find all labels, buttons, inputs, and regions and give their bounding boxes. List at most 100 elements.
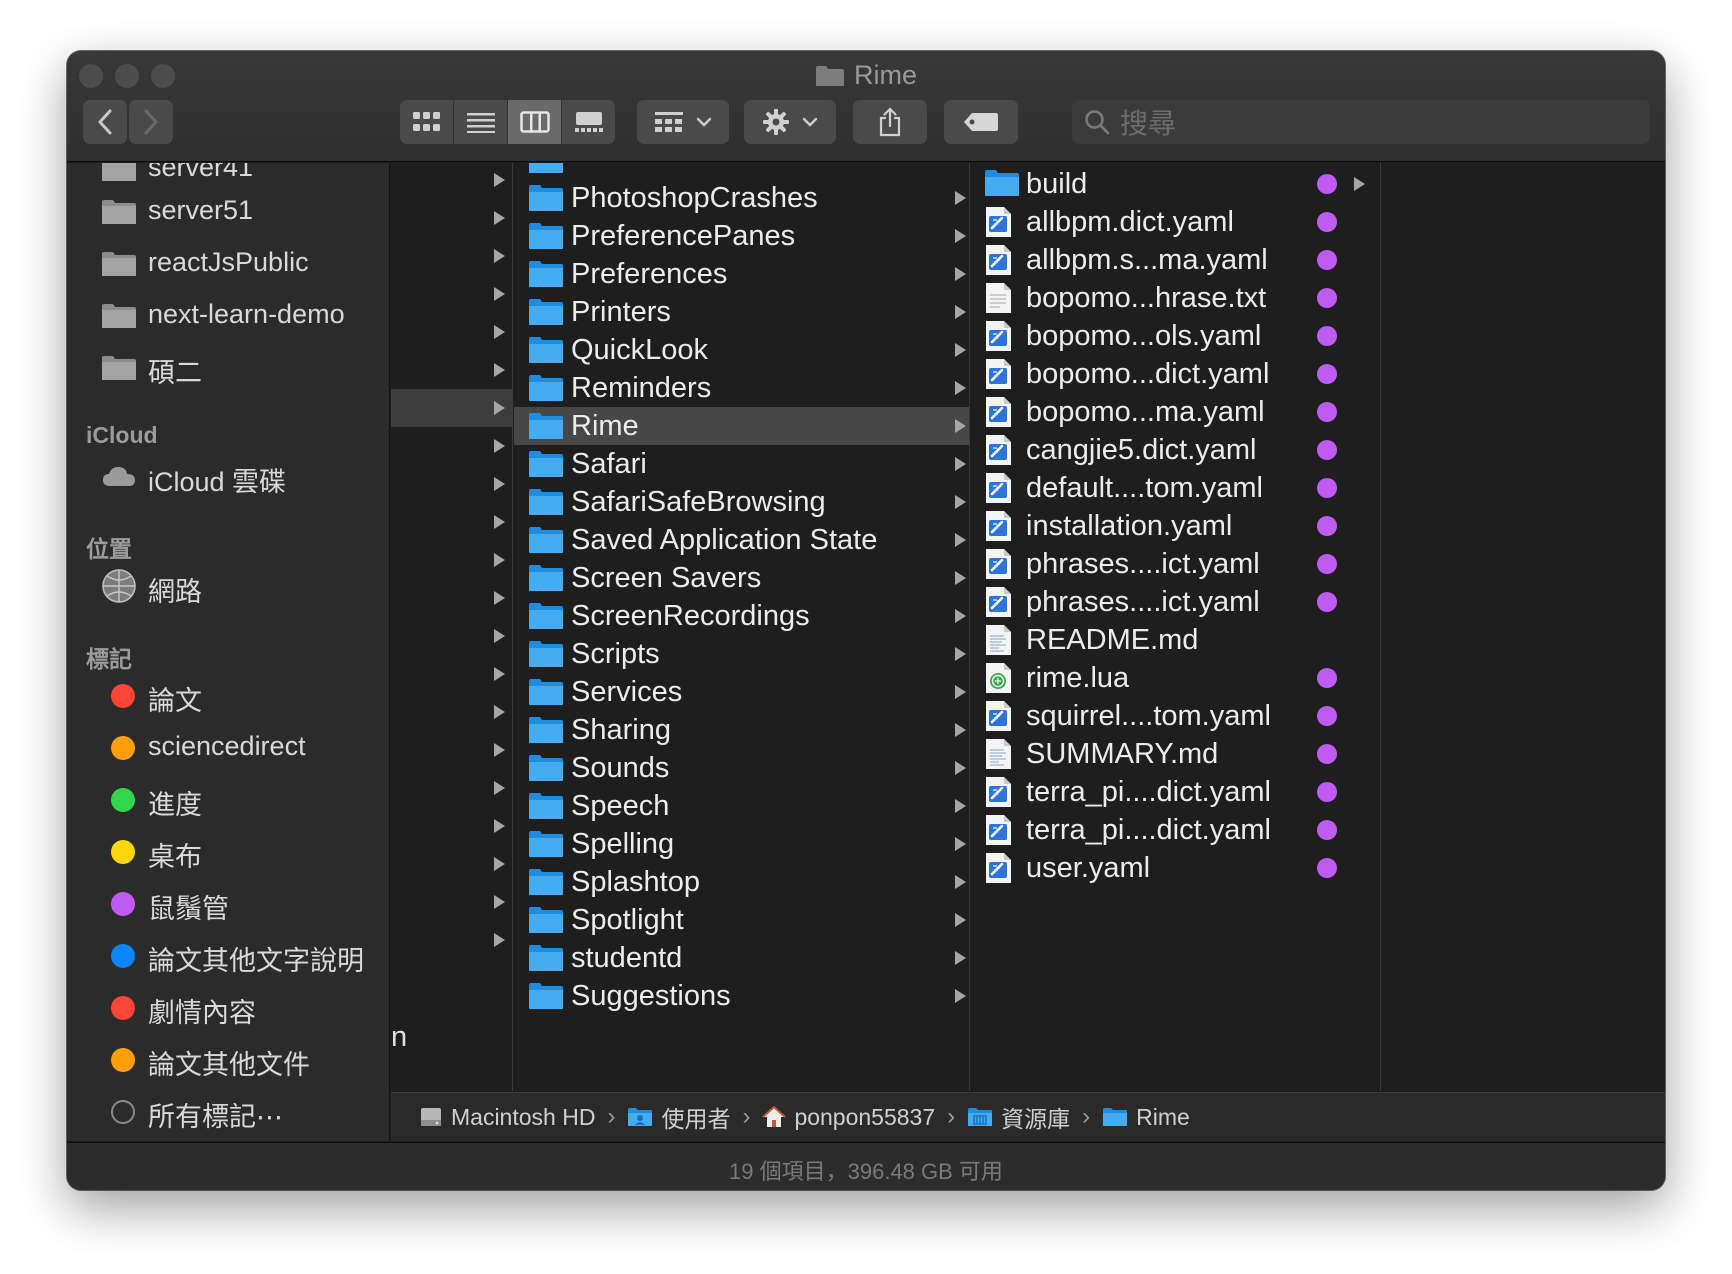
sidebar-tag-item[interactable]: 論文其他文件 [67, 1037, 389, 1081]
share-button[interactable] [853, 100, 927, 144]
tag-button[interactable] [944, 100, 1018, 144]
column-row[interactable]: PhotoshopCrashes [514, 179, 969, 217]
sidebar-item-server51[interactable]: server51 [67, 189, 389, 233]
column-row[interactable]: Spotlight [514, 901, 969, 939]
sidebar-tag-item[interactable]: 鼠鬚管 [67, 881, 389, 925]
column-row[interactable] [514, 163, 969, 179]
column-row[interactable]: Safari [514, 445, 969, 483]
sidebar-item-next-learn-demo[interactable]: next-learn-demo [67, 293, 389, 337]
search-field[interactable]: 搜尋 [1072, 100, 1650, 144]
file-row[interactable]: default....tom.yaml [971, 469, 1380, 507]
sidebar-item-icloud-drive[interactable]: iCloud 雲碟 [67, 454, 389, 498]
sidebar-item-reactjspublic[interactable]: reactJsPublic [67, 241, 389, 285]
column-row[interactable]: Speech [514, 787, 969, 825]
column-row[interactable]: Preferences [514, 255, 969, 293]
column-row[interactable] [391, 237, 512, 275]
file-row[interactable]: terra_pi....dict.yaml [971, 811, 1380, 849]
yaml-file-icon [986, 701, 1011, 731]
group-button[interactable] [637, 100, 729, 144]
file-row[interactable]: bopomo...dict.yaml [971, 355, 1380, 393]
column-row[interactable]: PreferencePanes [514, 217, 969, 255]
column-row[interactable]: studentd [514, 939, 969, 977]
forward-button[interactable] [129, 100, 173, 144]
column-row[interactable] [391, 731, 512, 769]
column-row[interactable] [391, 769, 512, 807]
column-row[interactable]: Scripts [514, 635, 969, 673]
file-row[interactable]: user.yaml [971, 849, 1380, 887]
column-row[interactable] [391, 163, 512, 199]
path-crumb-rime[interactable]: Rime [1102, 1104, 1190, 1131]
column-row[interactable]: ScreenRecordings [514, 597, 969, 635]
sidebar-item-all-tags[interactable]: 所有標記⋯ [67, 1089, 389, 1133]
sidebar-tag-item[interactable]: sciencedirect [67, 725, 389, 769]
column-row[interactable]: Sounds [514, 749, 969, 787]
column-row[interactable] [391, 313, 512, 351]
file-row[interactable]: squirrel....tom.yaml [971, 697, 1380, 735]
sidebar-tag-item[interactable]: 進度 [67, 777, 389, 821]
column-row[interactable] [391, 655, 512, 693]
column-row[interactable] [391, 199, 512, 237]
file-row[interactable]: bopomo...ma.yaml [971, 393, 1380, 431]
column-row[interactable]: Services [514, 673, 969, 711]
yaml-file-icon [986, 207, 1011, 237]
folder-row[interactable]: build [971, 165, 1380, 203]
column-row[interactable]: Splashtop [514, 863, 969, 901]
column-row[interactable] [391, 275, 512, 313]
gallery-view-button[interactable] [562, 100, 615, 144]
file-row[interactable]: bopomo...ols.yaml [971, 317, 1380, 355]
column-row-selected[interactable]: Rime [514, 407, 969, 445]
file-row[interactable]: README.md [971, 621, 1380, 659]
column-view-button[interactable] [508, 100, 561, 144]
file-name: allbpm.dict.yaml [1026, 206, 1234, 238]
column-row[interactable] [391, 883, 512, 921]
path-crumb-users[interactable]: 使用者 › [627, 1100, 762, 1134]
column-row[interactable] [391, 465, 512, 503]
file-row[interactable]: bopomo...hrase.txt [971, 279, 1380, 317]
column-row[interactable] [391, 845, 512, 883]
file-row[interactable]: phrases....ict.yaml [971, 545, 1380, 583]
icon-view-button[interactable] [400, 100, 453, 144]
path-crumb-macintosh-hd[interactable]: Macintosh HD › [419, 1103, 627, 1131]
column-row[interactable] [391, 617, 512, 655]
column-row[interactable]: Screen Savers [514, 559, 969, 597]
sidebar-item-network[interactable]: 網路 [67, 564, 389, 608]
path-crumb-home[interactable]: ponpon55837 › [762, 1103, 967, 1131]
sidebar-tag-item[interactable]: 桌布 [67, 829, 389, 873]
column-row[interactable] [391, 541, 512, 579]
column-row[interactable] [391, 351, 512, 389]
sidebar-tag-item[interactable]: 論文其他文字說明 [67, 933, 389, 977]
disclosure-arrow-icon [494, 629, 505, 643]
column-row[interactable] [391, 427, 512, 465]
column-row[interactable] [391, 921, 512, 959]
column-row[interactable]: Suggestions [514, 977, 969, 1015]
column-row[interactable]: Sharing [514, 711, 969, 749]
list-view-button[interactable] [454, 100, 507, 144]
file-row[interactable]: terra_pi....dict.yaml [971, 773, 1380, 811]
column-row[interactable]: Reminders [514, 369, 969, 407]
file-row[interactable]: SUMMARY.md [971, 735, 1380, 773]
file-row[interactable]: installation.yaml [971, 507, 1380, 545]
column-row[interactable]: QuickLook [514, 331, 969, 369]
column-row[interactable]: SafariSafeBrowsing [514, 483, 969, 521]
folder-name: QuickLook [571, 334, 709, 366]
column-row[interactable] [391, 693, 512, 731]
column-row[interactable]: Spelling [514, 825, 969, 863]
column-row-selected[interactable] [391, 389, 512, 427]
back-button[interactable] [83, 100, 127, 144]
action-button[interactable] [744, 100, 836, 144]
column-row[interactable]: Saved Application State [514, 521, 969, 559]
file-row[interactable]: allbpm.dict.yaml [971, 203, 1380, 241]
path-crumb-library[interactable]: 資源庫 › [967, 1100, 1102, 1134]
column-row[interactable] [391, 579, 512, 617]
file-row[interactable]: cangjie5.dict.yaml [971, 431, 1380, 469]
sidebar-tag-item[interactable]: 論文 [67, 673, 389, 717]
column-row[interactable]: Printers [514, 293, 969, 331]
sidebar-item-master2[interactable]: 碩二 [67, 345, 389, 389]
file-row[interactable]: rime.lua [971, 659, 1380, 697]
file-row[interactable]: phrases....ict.yaml [971, 583, 1380, 621]
sidebar-tag-item[interactable]: 劇情內容 [67, 985, 389, 1029]
column-row[interactable] [391, 807, 512, 845]
sidebar-item-server41[interactable]: server41 [67, 163, 389, 190]
file-row[interactable]: allbpm.s...ma.yaml [971, 241, 1380, 279]
column-row[interactable] [391, 503, 512, 541]
